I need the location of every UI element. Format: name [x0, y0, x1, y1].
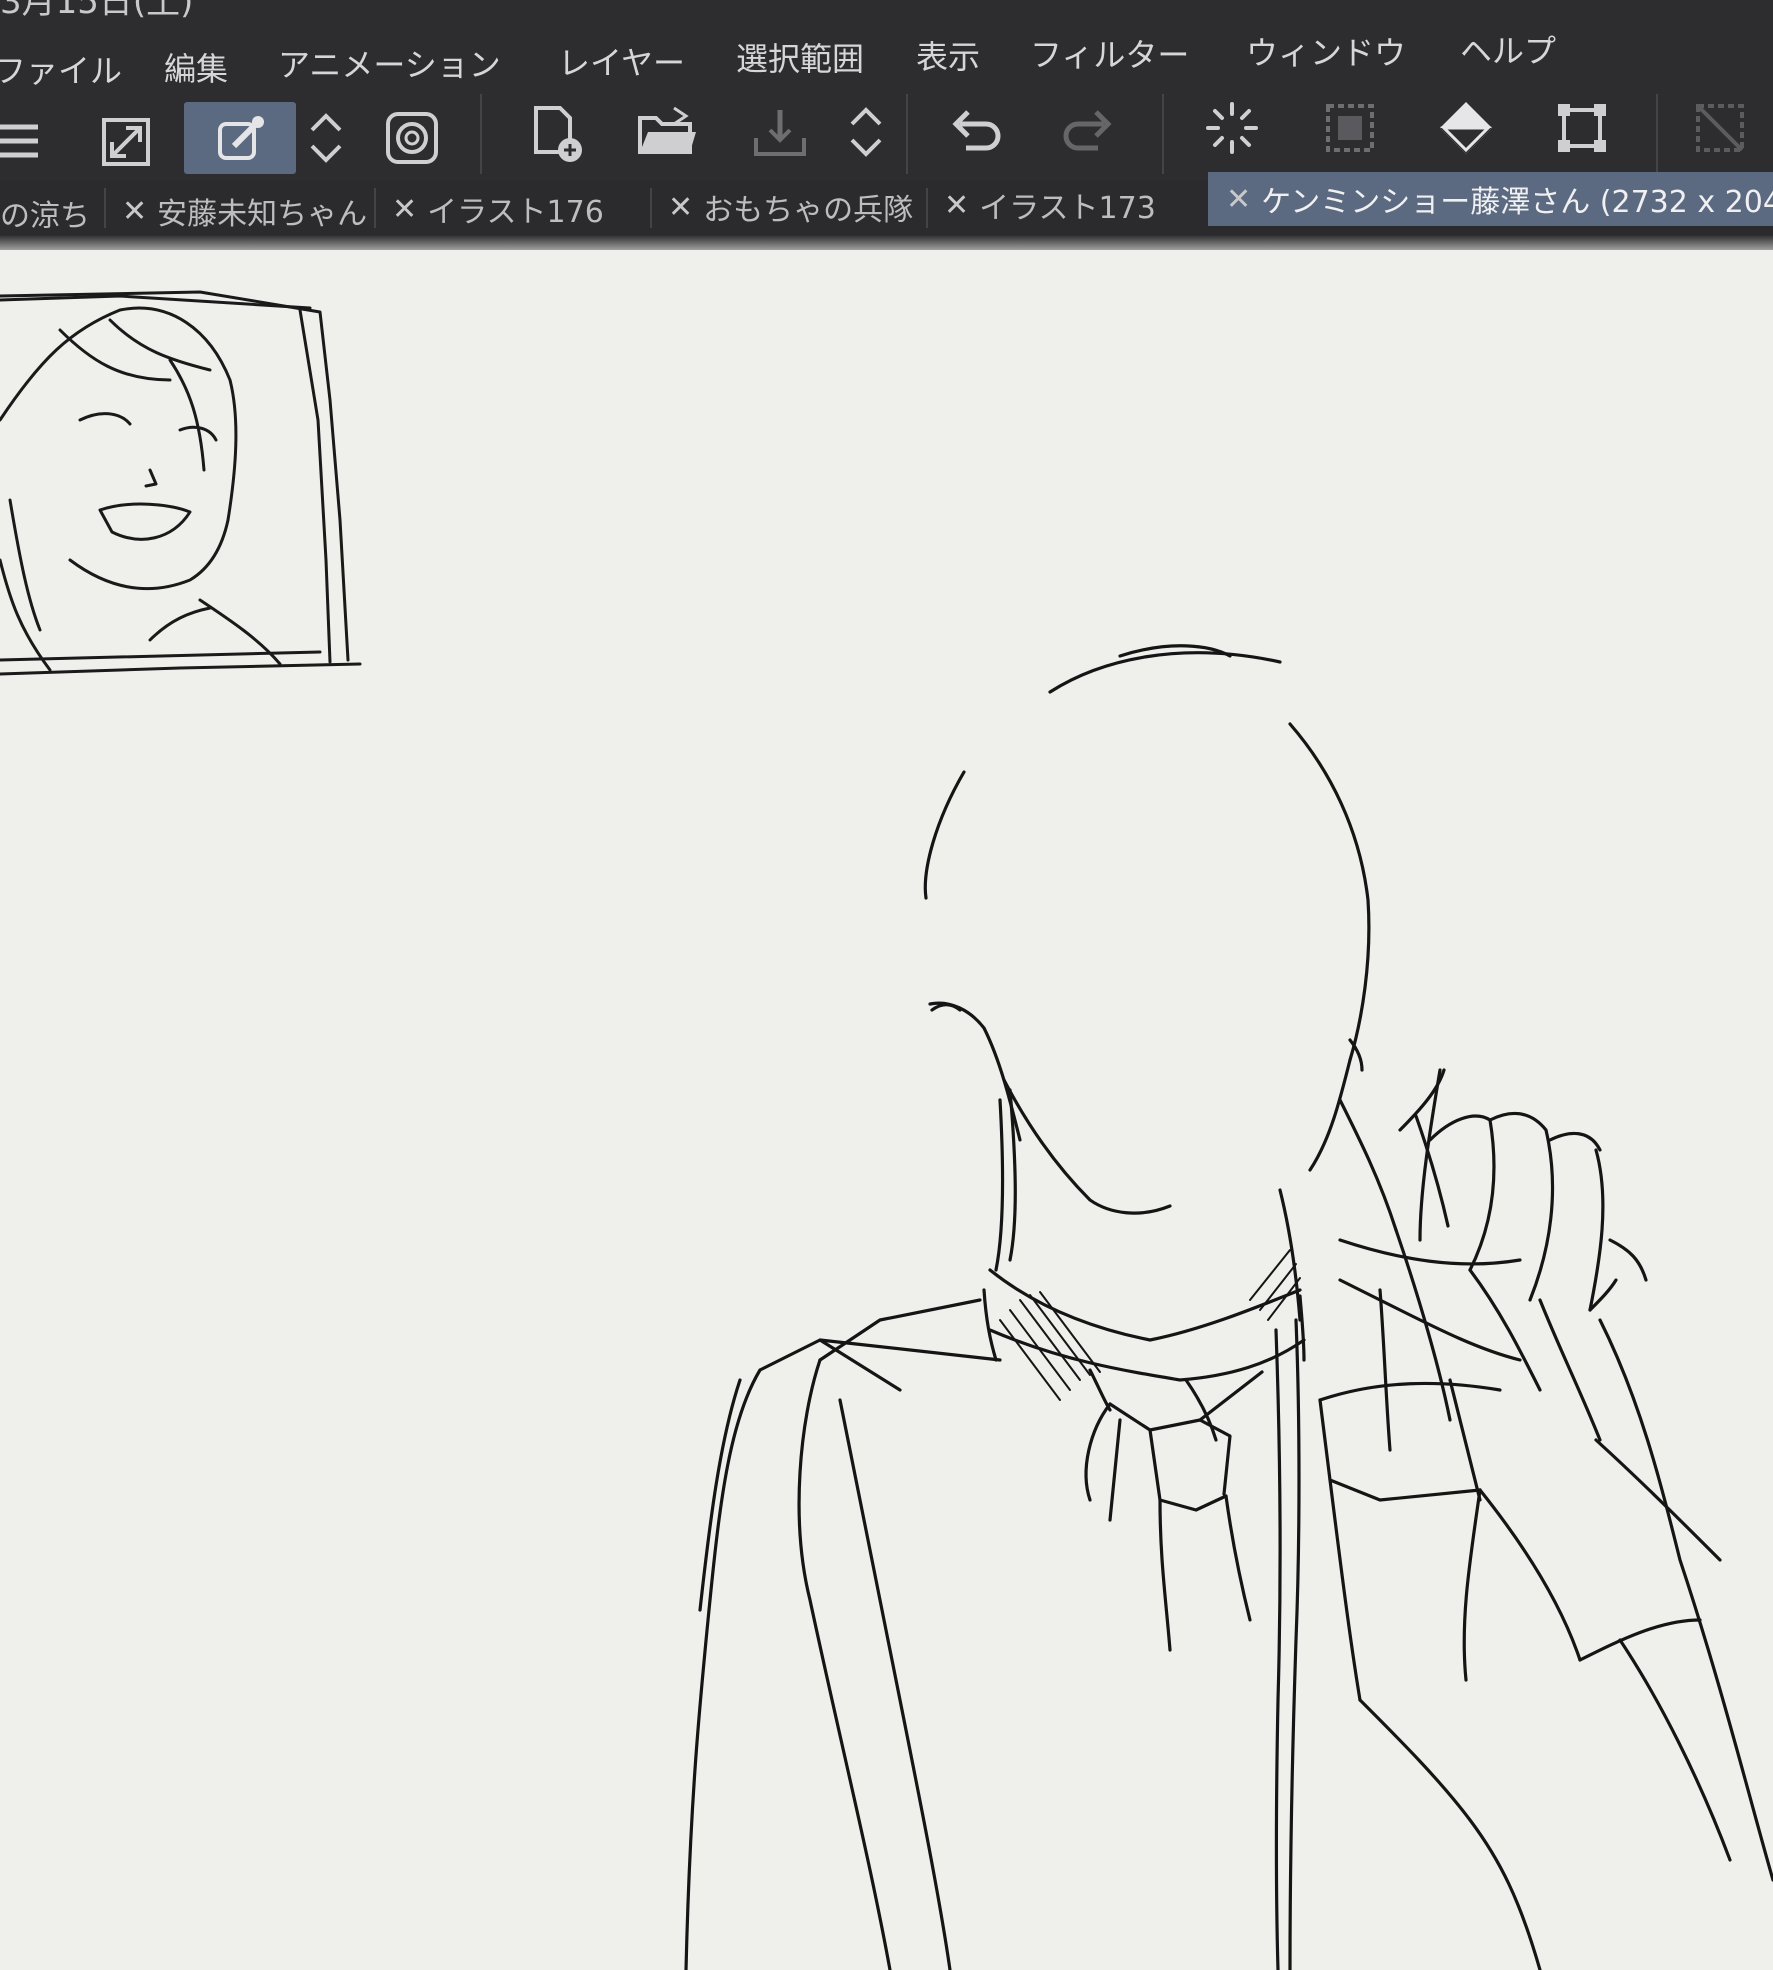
tab-ryochi[interactable]: の涼ち — [0, 186, 102, 240]
toolbar — [0, 90, 1773, 180]
menu-file[interactable]: ファイル — [0, 46, 122, 92]
reference-portrait-sketch — [0, 290, 362, 676]
drawing-canvas[interactable] — [0, 250, 1773, 1970]
close-icon[interactable]: ✕ — [122, 194, 147, 229]
status-date: 3月15日(土) — [0, 0, 193, 18]
redo-icon[interactable] — [1054, 94, 1126, 166]
tab-toy-soldiers[interactable]: ✕ おもちゃの兵隊 — [668, 180, 924, 234]
resize-icon[interactable] — [90, 106, 162, 178]
save-icon[interactable] — [744, 96, 816, 168]
menu-view[interactable]: 表示 — [916, 32, 980, 78]
status-date-bar: 3月15日(土) — [0, 0, 1773, 18]
spiral-icon[interactable] — [376, 102, 448, 174]
selection-icon[interactable] — [1314, 92, 1386, 164]
tab-illust-173[interactable]: ✕ イラスト173 — [944, 178, 1204, 232]
undo-icon[interactable] — [938, 94, 1010, 166]
transform-icon[interactable] — [1546, 92, 1618, 164]
figure-sketch — [684, 644, 1773, 1970]
close-icon[interactable]: ✕ — [392, 192, 417, 227]
menu-animation[interactable]: アニメーション — [278, 40, 501, 86]
menu-help[interactable]: ヘルプ — [1460, 26, 1556, 72]
menu-layer[interactable]: レイヤー — [558, 38, 685, 84]
menu-window[interactable]: ウィンドウ — [1246, 28, 1406, 74]
new-file-icon[interactable] — [520, 98, 592, 170]
menu-edit[interactable]: 編集 — [164, 44, 228, 90]
close-icon[interactable]: ✕ — [944, 188, 969, 223]
tab-label: おもちゃの兵隊 — [703, 193, 914, 228]
tab-ando-michi[interactable]: ✕ 安藤未知ちゃん — [122, 184, 372, 238]
tab-label: イラスト176 — [427, 195, 604, 230]
deselect-icon[interactable] — [1684, 92, 1756, 164]
tab-label: ケンミンショー藤澤さん (2732 x 2048 — [1261, 185, 1773, 220]
close-icon[interactable]: ✕ — [668, 190, 693, 225]
updown-icon-2[interactable] — [830, 96, 902, 168]
menu-bar: ファイル 編集 アニメーション レイヤー 選択範囲 表示 フィルター ウィンドウ… — [0, 18, 1773, 90]
menu-selection[interactable]: 選択範囲 — [736, 34, 864, 80]
edit-icon[interactable] — [184, 102, 296, 174]
document-tab-bar: の涼ち ✕ 安藤未知ちゃん ✕ イラスト176 ✕ おもちゃの兵隊 ✕ イラスト… — [0, 172, 1773, 236]
open-folder-icon[interactable] — [630, 96, 702, 168]
updown-icon[interactable] — [290, 102, 362, 174]
close-icon[interactable]: ✕ — [1226, 182, 1251, 217]
tab-label: の涼ち — [0, 199, 90, 234]
tab-kenmin-show-fujisawa[interactable]: ✕ ケンミンショー藤澤さん (2732 x 2048 — [1208, 172, 1773, 226]
tab-label: 安藤未知ちゃん — [157, 197, 368, 232]
sketch-artwork — [0, 290, 1773, 1970]
tab-label: イラスト173 — [979, 191, 1156, 226]
tab-illust-176[interactable]: ✕ イラスト176 — [392, 182, 648, 236]
loading-icon[interactable] — [1196, 92, 1268, 164]
menu-icon[interactable] — [0, 106, 52, 178]
fill-icon[interactable] — [1430, 92, 1502, 164]
menu-filter[interactable]: フィルター — [1030, 30, 1189, 76]
